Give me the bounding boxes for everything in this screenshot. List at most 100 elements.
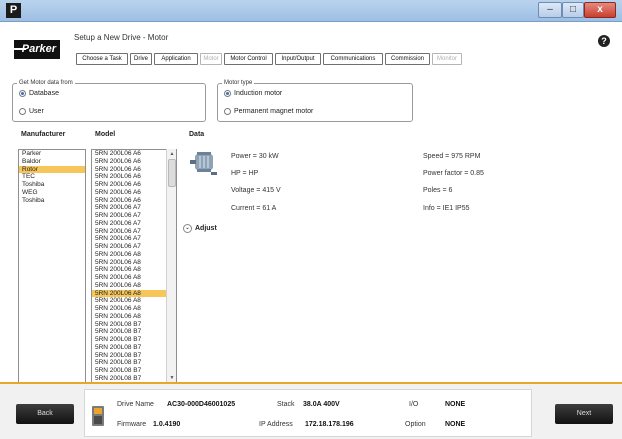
poles-value: Poles = 6	[423, 187, 453, 194]
manufacturer-list-item[interactable]: Parker	[19, 150, 85, 158]
tab-commission[interactable]: Commission	[385, 53, 430, 65]
model-list-item[interactable]: 5RN 200L06 A6	[92, 158, 176, 166]
model-list-item[interactable]: 5RN 200L06 A6	[92, 166, 176, 174]
model-list[interactable]: 5RN 200L06 A6 5RN 200L06 A6 5RN 200L06 A6 5…	[91, 149, 177, 383]
hp-value: HP = HP	[231, 170, 259, 177]
option-value: NONE	[445, 421, 466, 428]
model-list-item[interactable]: 5RN 200L08 B7	[92, 359, 176, 367]
model-list-item[interactable]: 5RN 200L06 A8	[92, 297, 176, 305]
model-list-item[interactable]: 5RN 200L06 A8	[92, 251, 176, 259]
model-list-item[interactable]: 5RN 200L08 B7	[92, 328, 176, 336]
speed-value: Speed = 975 RPM	[423, 153, 481, 160]
tab-monitor[interactable]: Monitor	[432, 53, 462, 65]
motor-type-label: Motor type	[222, 79, 255, 87]
chevron-down-icon[interactable]: ⌄	[183, 224, 192, 233]
model-list-item[interactable]: 5RN 200L06 A8	[92, 282, 176, 290]
model-list-item[interactable]: 5RN 200L06 A8	[92, 313, 176, 321]
model-list-item[interactable]: 5RN 200L06 A8	[92, 259, 176, 267]
model-list-item[interactable]: 5RN 200L08 B7	[92, 352, 176, 360]
close-button[interactable]: x	[584, 2, 616, 18]
radio-permanent-magnet-motor[interactable]: Permanent magnet motor	[224, 108, 313, 115]
radio-button[interactable]	[19, 90, 26, 97]
radio-permanent-label: Permanent magnet motor	[234, 108, 314, 115]
app-icon[interactable]: P	[6, 3, 21, 18]
model-list-item[interactable]: 5RN 200L06 A7	[92, 243, 176, 251]
model-list-item[interactable]: 5RN 200L06 A6	[92, 189, 176, 197]
header: Parker Setup a New Drive - Motor ? Choos…	[0, 22, 622, 77]
radio-button[interactable]	[19, 108, 26, 115]
radio-button[interactable]	[224, 108, 231, 115]
manufacturer-list-item[interactable]: Toshiba	[19, 181, 85, 189]
stack-value: 38.0A 400V	[303, 401, 340, 408]
scroll-thumb[interactable]	[168, 159, 176, 187]
info-value: Info = IE1 IP55	[423, 205, 470, 212]
tab-application[interactable]: Application	[154, 53, 198, 65]
model-list-item[interactable]: 5RN 200L06 A8	[92, 274, 176, 282]
model-list-item[interactable]: 5RN 200L06 A7	[92, 235, 176, 243]
tab-communications[interactable]: Communications	[323, 53, 383, 65]
power-value: Power = 30 kW	[231, 153, 279, 160]
model-list-scrollbar[interactable]: ▲ ▼	[166, 149, 176, 383]
radio-induction-label: Induction motor	[234, 90, 283, 97]
help-icon[interactable]: ?	[598, 35, 610, 47]
model-list-item[interactable]: 5RN 200L06 A7	[92, 220, 176, 228]
footer: Back Next Drive Name AC30-000D46001025 F…	[0, 382, 622, 439]
tab-choose-a-task[interactable]: Choose a Task	[76, 53, 128, 65]
logo-stripe	[14, 48, 26, 50]
tab-motor[interactable]: Motor	[200, 53, 222, 65]
model-list-item[interactable]: 5RN 200L06 A6	[92, 173, 176, 181]
tab-drive[interactable]: Drive	[130, 53, 152, 65]
drive-name-value: AC30-000D46001025	[167, 401, 236, 408]
ip-address-label: IP Address	[259, 421, 293, 428]
model-list-item[interactable]: 5RN 200L06 A8	[92, 289, 176, 298]
logo-text: Parker	[21, 43, 56, 55]
firmware-value: 1.0.4190	[153, 421, 181, 428]
model-list-item[interactable]: 5RN 200L08 B7	[92, 344, 176, 352]
motor-image	[190, 152, 217, 175]
model-list-item[interactable]: 5RN 200L06 A6	[92, 197, 176, 205]
parker-logo: Parker	[14, 40, 60, 59]
current-value: Current = 61 A	[231, 205, 277, 212]
data-title: Data	[189, 131, 205, 138]
manufacturer-list-item[interactable]: Baldor	[19, 158, 85, 166]
radio-user-label: User	[29, 108, 44, 115]
model-list-item[interactable]: 5RN 200L06 A8	[92, 266, 176, 274]
adjust-toggle[interactable]: ⌄ Adjust	[183, 224, 217, 233]
tab-motor-control[interactable]: Motor Control	[224, 53, 273, 65]
option-label: Option	[405, 421, 426, 428]
minimize-button[interactable]: –	[538, 2, 562, 18]
model-list-item[interactable]: 5RN 200L06 A6	[92, 150, 176, 158]
manufacturer-title: Manufacturer	[21, 131, 66, 138]
radio-database-label: Database	[29, 90, 59, 97]
tab-input-output[interactable]: Input/Output	[275, 53, 321, 65]
radio-induction-motor[interactable]: Induction motor	[224, 90, 282, 97]
motor-data-source-group: Get Motor data from Database User	[12, 79, 206, 122]
back-button[interactable]: Back	[16, 404, 74, 424]
manufacturer-list-item[interactable]: Toshiba	[19, 197, 85, 205]
scroll-up-icon[interactable]: ▲	[168, 150, 176, 158]
io-label: I/O	[409, 401, 419, 408]
maximize-button[interactable]: □	[562, 2, 584, 18]
model-list-item[interactable]: 5RN 200L08 B7	[92, 367, 176, 375]
model-list-item[interactable]: 5RN 200L06 A8	[92, 305, 176, 313]
radio-button[interactable]	[224, 90, 231, 97]
radio-database[interactable]: Database	[19, 90, 59, 97]
model-list-item[interactable]: 5RN 200L06 A6	[92, 181, 176, 189]
motor-type-group: Motor type Induction motor Permanent mag…	[217, 79, 413, 122]
manufacturer-list-item[interactable]: Rotor	[19, 165, 85, 174]
model-list-item[interactable]: 5RN 200L08 B7	[92, 336, 176, 344]
model-list-item[interactable]: 5RN 200L08 B7	[92, 321, 176, 329]
adjust-label: Adjust	[195, 225, 217, 232]
manufacturer-list[interactable]: Parker Baldor Rotor TEC Toshiba WEG Toshiba	[18, 149, 86, 383]
model-list-item[interactable]: 5RN 200L06 A7	[92, 212, 176, 220]
model-list-item[interactable]: 5RN 200L06 A7	[92, 204, 176, 212]
model-list-item[interactable]: 5RN 200L06 A7	[92, 228, 176, 236]
stack-label: Stack	[277, 401, 295, 408]
model-title: Model	[95, 131, 116, 138]
next-button[interactable]: Next	[555, 404, 613, 424]
window-titlebar: P – □ x	[0, 0, 622, 22]
manufacturer-list-item[interactable]: TEC	[19, 173, 85, 181]
scroll-down-icon[interactable]: ▼	[168, 374, 176, 382]
manufacturer-list-item[interactable]: WEG	[19, 189, 85, 197]
radio-user[interactable]: User	[19, 108, 44, 115]
